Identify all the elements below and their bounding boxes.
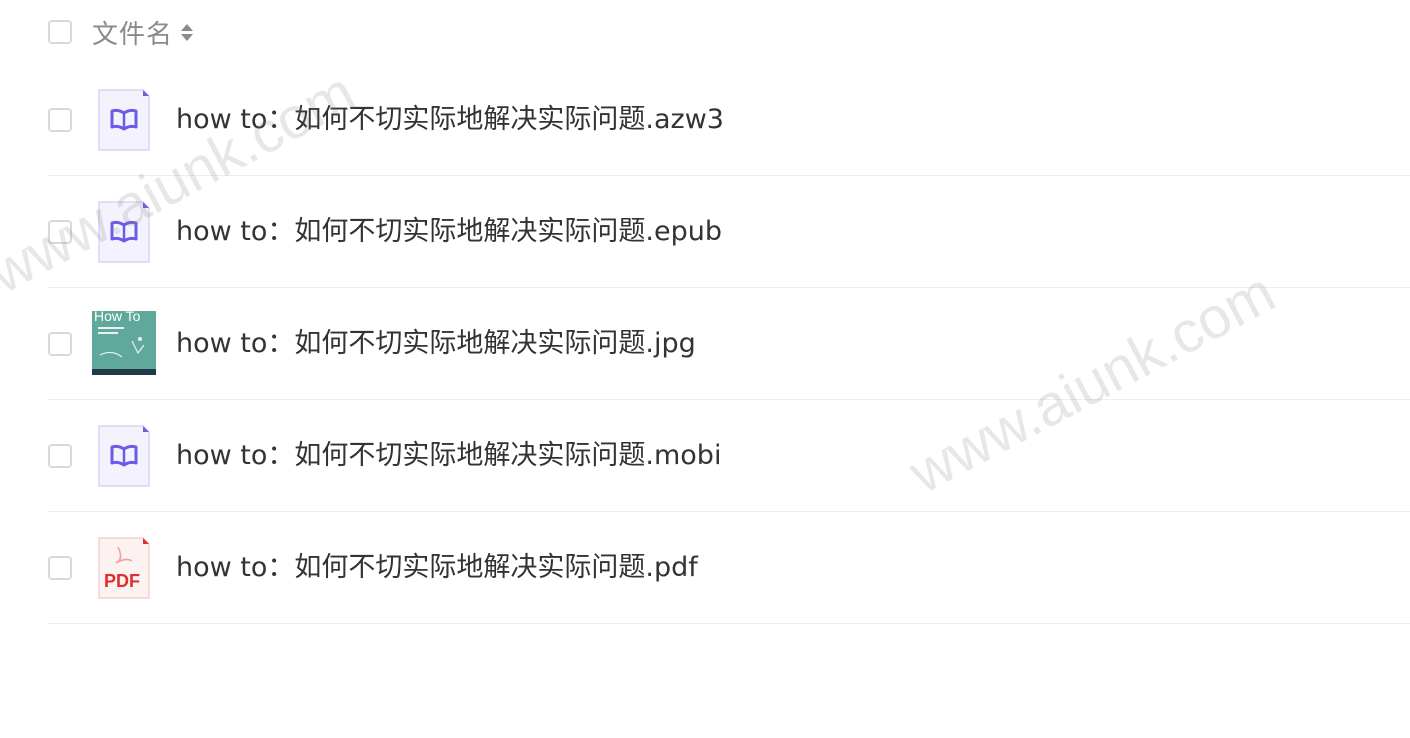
file-name[interactable]: how to：如何不切实际地解决实际问题.jpg	[176, 288, 696, 399]
file-name[interactable]: how to：如何不切实际地解决实际问题.epub	[176, 176, 722, 287]
file-row[interactable]: How To how to：如何不切实际地解决实际问题.jpg	[48, 288, 1410, 400]
file-name[interactable]: how to：如何不切实际地解决实际问题.pdf	[176, 512, 698, 623]
image-thumbnail: How To	[92, 311, 156, 375]
file-row[interactable]: how to：如何不切实际地解决实际问题.azw3	[48, 64, 1410, 176]
file-checkbox[interactable]	[48, 443, 72, 468]
file-list: how to：如何不切实际地解决实际问题.azw3 how to：如何不切实际地…	[48, 64, 1410, 624]
filename-column-header[interactable]: 文件名	[92, 14, 173, 51]
file-name[interactable]: how to：如何不切实际地解决实际问题.mobi	[176, 400, 721, 511]
select-all-checkbox[interactable]	[48, 20, 72, 44]
file-checkbox[interactable]	[48, 331, 72, 356]
thumbnail-title: How To	[94, 311, 141, 324]
file-checkbox[interactable]	[48, 555, 72, 580]
pdf-icon-label: PDF	[104, 571, 140, 591]
ebook-icon	[98, 201, 150, 263]
ebook-icon	[98, 425, 150, 487]
pdf-icon: PDF	[98, 537, 150, 599]
sort-icon[interactable]	[181, 22, 194, 42]
file-checkbox[interactable]	[48, 219, 72, 244]
file-list-header: 文件名	[48, 0, 1410, 64]
ebook-icon	[98, 89, 150, 151]
file-name[interactable]: how to：如何不切实际地解决实际问题.azw3	[176, 64, 724, 175]
file-checkbox[interactable]	[48, 107, 72, 132]
file-row[interactable]: PDF how to：如何不切实际地解决实际问题.pdf	[48, 512, 1410, 624]
file-row[interactable]: how to：如何不切实际地解决实际问题.epub	[48, 176, 1410, 288]
file-row[interactable]: how to：如何不切实际地解决实际问题.mobi	[48, 400, 1410, 512]
